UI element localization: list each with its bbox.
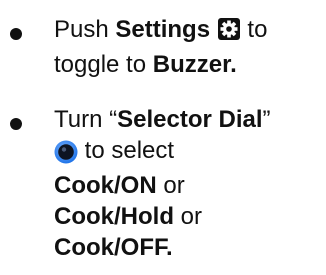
bold-segment: Cook/OFF.	[54, 234, 173, 261]
bold-segment: Buzzer.	[152, 51, 237, 78]
selector-dial-icon	[54, 139, 78, 170]
instructions-page: Push Settings to toggle to Buzzer. Turn …	[0, 0, 326, 275]
text-segment: Turn “	[54, 106, 118, 133]
list-item-settings: Push Settings to toggle to Buzzer.	[0, 14, 326, 84]
item-text: Turn “Selector Dial” to select Cook/ON o…	[54, 104, 326, 263]
item-text: Push Settings to toggle to Buzzer.	[54, 14, 326, 80]
text-segment: or	[174, 203, 203, 230]
bold-segment: Selector Dial	[117, 106, 263, 133]
bold-segment: Cook/Hold	[54, 203, 174, 230]
settings-gear-icon	[217, 17, 241, 49]
bold-segment: Settings	[115, 16, 211, 43]
bold-segment: Cook/ON	[54, 172, 157, 199]
text-segment: to select	[78, 137, 175, 164]
text-segment: Push	[54, 16, 116, 43]
text-segment: ”	[262, 106, 271, 133]
text-segment: or	[156, 172, 185, 199]
bullet-point	[10, 28, 22, 40]
bullet-point	[10, 118, 22, 130]
list-item-selector-dial: Turn “Selector Dial” to select Cook/ON o…	[0, 104, 326, 272]
